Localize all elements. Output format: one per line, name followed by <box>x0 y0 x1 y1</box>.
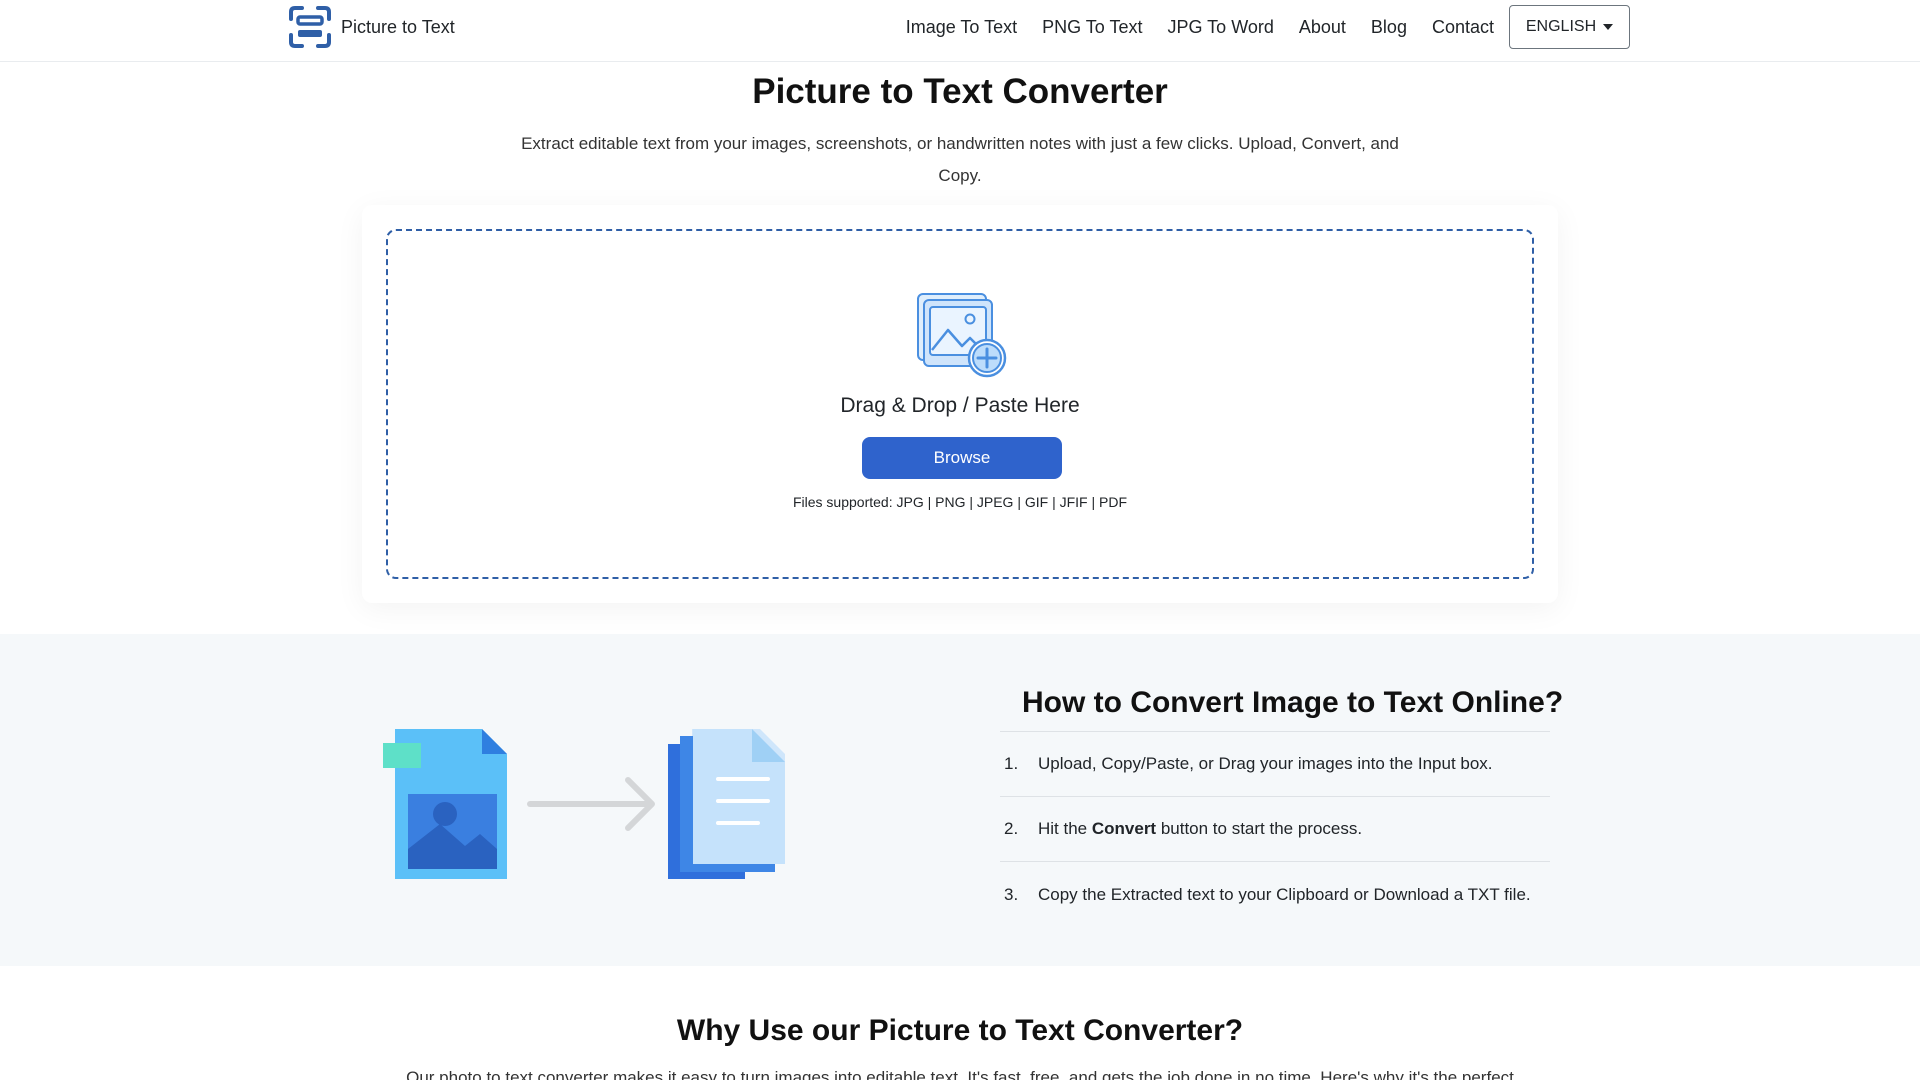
upload-dropzone[interactable]: Drag & Drop / Paste Here Browse Files su… <box>386 229 1534 579</box>
step-number: 3. <box>1004 884 1019 904</box>
image-to-document-illustration <box>383 729 785 879</box>
brand-link[interactable]: Picture to Text <box>289 6 455 48</box>
browse-button[interactable]: Browse <box>862 437 1062 479</box>
why-description: Our photo to text converter makes it eas… <box>406 1068 1514 1080</box>
step-item: 3. Copy the Extracted text to your Clipb… <box>1000 862 1550 927</box>
how-to-title: How to Convert Image to Text Online? <box>1022 686 1564 719</box>
step-text: Hit the Convert button to start the proc… <box>1038 819 1363 838</box>
scan-logo-icon <box>289 6 331 48</box>
step-item: 2. Hit the Convert button to start the p… <box>1000 797 1550 862</box>
step-item: 1. Upload, Copy/Paste, or Drag your imag… <box>1000 732 1550 797</box>
step-number: 2. <box>1004 819 1019 838</box>
add-image-icon <box>917 293 1007 378</box>
step-text: Upload, Copy/Paste, or Drag your images … <box>1038 754 1493 773</box>
nav-jpg-to-word[interactable]: JPG To Word <box>1168 17 1274 38</box>
page-title: Picture to Text Converter <box>752 72 1168 111</box>
site-header: Picture to Text Image To Text PNG To Tex… <box>0 0 1920 62</box>
language-dropdown[interactable]: ENGLISH <box>1509 5 1630 49</box>
convert-emphasis: Convert <box>1091 819 1157 838</box>
why-title: Why Use our Picture to Text Converter? <box>676 1014 1244 1047</box>
nav-contact[interactable]: Contact <box>1432 17 1494 38</box>
language-label: ENGLISH <box>1525 18 1597 35</box>
page-description: Extract editable text from your images, … <box>521 134 1399 185</box>
nav-image-to-text[interactable]: Image To Text <box>906 17 1017 38</box>
caret-down-icon <box>1603 24 1614 30</box>
how-to-section: How to Convert Image to Text Online? 1. … <box>0 634 1920 966</box>
nav-about[interactable]: About <box>1299 17 1346 38</box>
files-supported-text: Files supported: JPG | PNG | JPEG | GIF … <box>792 494 1128 510</box>
brand-name: Picture to Text <box>341 16 455 37</box>
step-number: 1. <box>1004 754 1019 773</box>
drop-label: Drag & Drop / Paste Here <box>840 394 1080 417</box>
main-nav: Image To Text PNG To Text JPG To Word Ab… <box>906 0 1630 54</box>
nav-png-to-text[interactable]: PNG To Text <box>1042 17 1142 38</box>
step-text: Copy the Extracted text to your Clipboar… <box>1038 884 1531 904</box>
nav-blog[interactable]: Blog <box>1371 17 1407 38</box>
how-to-steps: 1. Upload, Copy/Paste, or Drag your imag… <box>1000 731 1550 927</box>
